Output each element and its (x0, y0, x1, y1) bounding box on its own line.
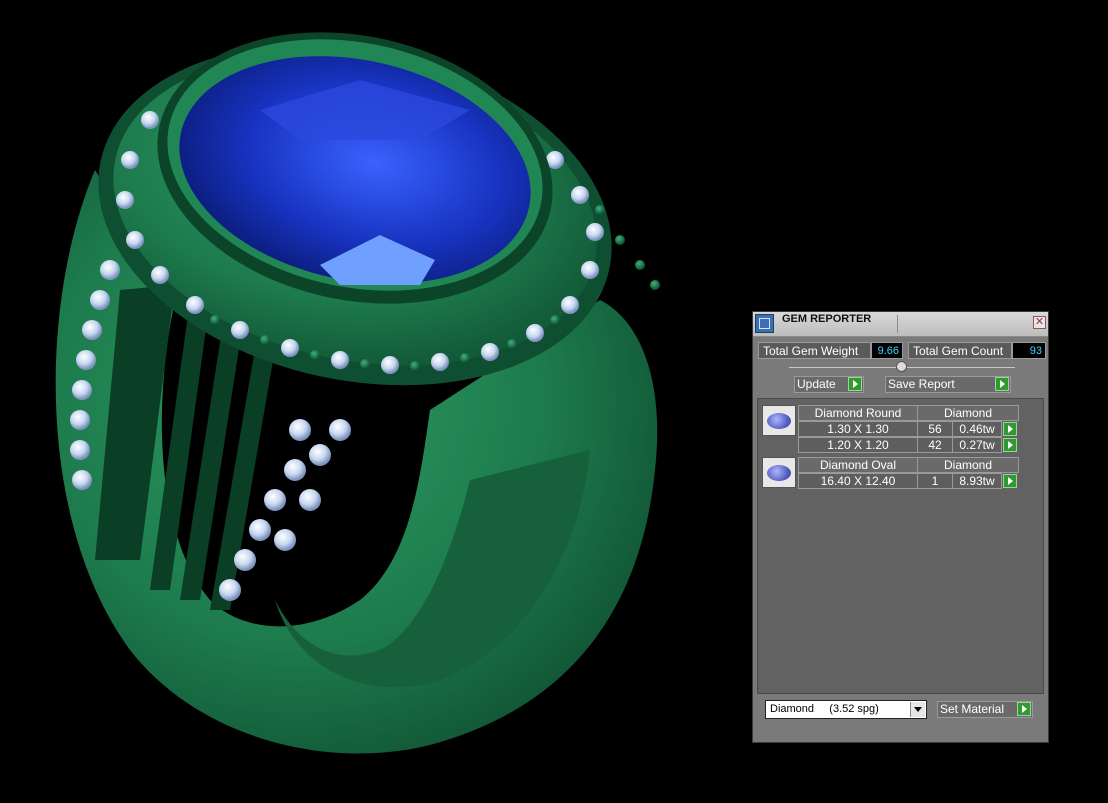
gem-size: 16.40 X 12.40 (798, 473, 918, 489)
save-report-button[interactable]: Save Report (885, 376, 1011, 393)
panel-title: GEM REPORTER (782, 313, 872, 325)
update-button[interactable]: Update (794, 376, 864, 393)
gem-group-material: Diamond (917, 405, 1019, 421)
title-bar[interactable]: GEM REPORTER ✕ (753, 312, 1048, 337)
total-gem-weight-value: 9.66 (871, 342, 903, 359)
play-arrow-icon (1017, 702, 1031, 716)
gem-count: 42 (917, 437, 953, 453)
gem-reporter-panel: GEM REPORTER ✕ Total Gem Weight 9.66 Tot… (752, 311, 1049, 743)
gem-weight: 8.93tw (952, 473, 1002, 489)
gem-count: 1 (917, 473, 953, 489)
gem-group-material: Diamond (917, 457, 1019, 473)
gem-weight: 0.46tw (952, 421, 1002, 437)
material-select[interactable]: Diamond (3.52 spg) (765, 700, 927, 719)
set-material-button[interactable]: Set Material (937, 701, 1033, 718)
update-label: Update (797, 377, 836, 391)
gem-reporter-icon (755, 314, 774, 333)
close-icon[interactable]: ✕ (1033, 316, 1046, 329)
gem-group-name: Diamond Oval (798, 457, 918, 473)
total-gem-count-label: Total Gem Count (908, 342, 1012, 359)
title-separator (897, 315, 898, 333)
total-gem-count-value: 93 (1012, 342, 1046, 359)
gem-group-name: Diamond Round (798, 405, 918, 421)
round-gem-thumbnail[interactable] (762, 405, 796, 436)
oval-gem-thumbnail[interactable] (762, 457, 796, 488)
slider-handle[interactable] (896, 361, 907, 372)
total-gem-weight-label: Total Gem Weight (758, 342, 871, 359)
play-arrow-icon[interactable] (1003, 438, 1017, 452)
set-material-label: Set Material (940, 702, 1005, 716)
play-arrow-icon[interactable] (1003, 474, 1017, 488)
gem-weight: 0.27tw (952, 437, 1002, 453)
play-arrow-icon[interactable] (1003, 422, 1017, 436)
save-report-label: Save Report (888, 377, 955, 391)
chevron-down-icon[interactable] (910, 702, 925, 717)
material-select-value: Diamond (3.52 spg) (770, 703, 879, 715)
play-arrow-icon (848, 377, 862, 391)
gem-size: 1.20 X 1.20 (798, 437, 918, 453)
play-arrow-icon (995, 377, 1009, 391)
gem-count: 56 (917, 421, 953, 437)
gem-size: 1.30 X 1.30 (798, 421, 918, 437)
gem-list: Diamond Round Diamond 1.30 X 1.30 56 0.4… (757, 398, 1044, 694)
